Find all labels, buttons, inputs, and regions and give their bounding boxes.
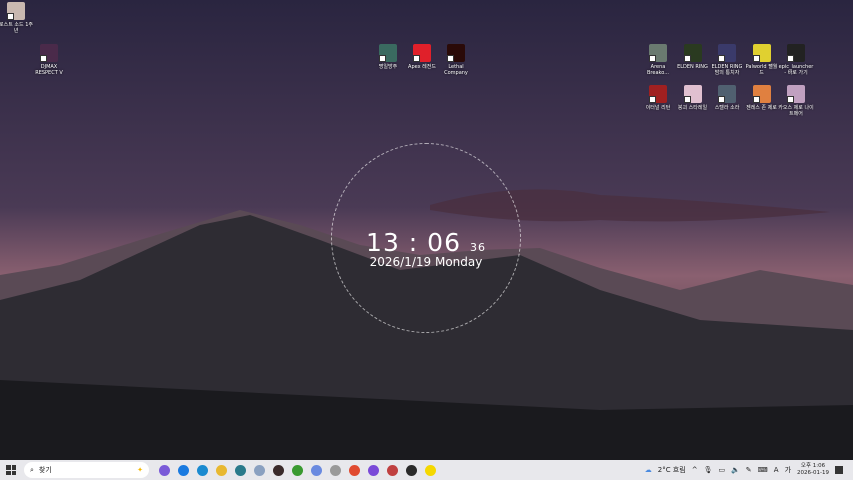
shortcut-label: Apex 레전드 [408,64,436,70]
desktop-shortcut[interactable]: Palworld 팰월드 [744,44,780,76]
taskbar-chrome-profile-icon[interactable] [387,464,398,476]
taskbar-media-player-icon[interactable] [273,464,284,476]
volume-icon[interactable]: 🔈 [731,466,740,474]
copilot-sparkle-icon: ✦ [137,466,143,474]
desktop-shortcut[interactable]: 명일방주 [370,44,406,70]
desktop-shortcut[interactable]: 카오스 제로 나이트메어 [778,85,814,117]
shortcut-label: DJMAX RESPECT V [35,64,63,76]
notification-icon[interactable] [835,466,843,474]
app-icon [7,2,25,20]
taskbar-file-explorer-icon[interactable] [216,464,227,476]
app-icon [649,44,667,62]
app-icon [40,44,58,62]
app-icon [379,44,397,62]
desktop-shortcut[interactable]: 젠레스 존 제로 [744,85,780,111]
desktop-shortcut[interactable]: Lethal Company [438,44,474,76]
taskbar-app-dark-icon[interactable] [406,464,417,476]
shortcut-label: ELDEN RING 밤의 통치자 [711,64,743,76]
taskbar-snipping-icon[interactable] [254,464,265,476]
search-placeholder: 찾기 [38,466,52,474]
taskbar-time: 오후 1:06 [800,463,826,469]
desktop-shortcut[interactable]: 로스트 소드 1주년 [0,2,34,34]
app-icon [787,85,805,103]
pen-icon[interactable]: ✎ [746,466,752,474]
network-icon[interactable]: ▭ [718,466,725,474]
desktop-shortcut[interactable]: 이터널 리턴 [640,85,676,111]
weather-text[interactable]: 2°C 흐림 [658,465,686,475]
app-icon [447,44,465,62]
search-box[interactable]: ⌕ 찾기 ✦ [24,462,149,478]
app-icon [683,85,702,103]
taskbar-app-gray-icon[interactable] [330,464,341,476]
app-icon [413,44,431,62]
system-tray: ☁ 2°C 흐림 ^ 🎙 ▭ 🔈 ✎ ⌨ A 가 오후 1:06 2026-01-… [645,463,853,477]
desktop-shortcut[interactable]: 붕괴 스타레일 [675,85,711,111]
shortcut-label: 카오스 제로 나이트메어 [778,105,814,117]
taskbar-wiki-icon[interactable] [311,464,322,476]
desktop-shortcut[interactable]: epic_launcher - 바로 가기 [778,44,814,76]
search-icon: ⌕ [30,465,34,474]
app-icon [752,85,771,103]
taskbar-date: 2026-01-19 [797,470,829,476]
shortcut-label: 젠레스 존 제로 [746,105,777,111]
shortcut-label: epic_launcher - 바로 가기 [778,64,814,76]
taskbar-clock[interactable]: 오후 1:06 2026-01-19 [797,463,829,477]
keyboard-icon[interactable]: ⌨ [758,466,768,474]
taskbar: ⌕ 찾기 ✦ ☁ 2°C 흐림 ^ 🎙 ▭ 🔈 ✎ ⌨ A 가 오후 1:06 2… [0,460,853,480]
shortcut-label: 이터널 리턴 [645,105,671,111]
clock-time: 13 : 06 [366,228,461,257]
taskbar-copilot-icon[interactable] [159,464,170,476]
shortcut-label: 붕괴 스타레일 [677,105,708,111]
shortcut-label: Arena Breako... [647,64,669,76]
taskbar-chrome-icon[interactable] [349,464,360,476]
shortcut-label: Lethal Company [444,64,468,76]
shortcut-label: ELDEN RING [677,64,708,70]
desktop-shortcut[interactable]: Arena Breako... [640,44,676,76]
weather-icon[interactable]: ☁ [645,466,652,474]
app-icon [718,85,736,103]
app-icon [752,44,771,62]
app-icon [683,44,702,62]
taskbar-edge-icon[interactable] [197,464,208,476]
shortcut-label: 명일방주 [378,64,398,70]
microphone-icon[interactable]: 🎙 [704,466,713,474]
start-button[interactable] [6,465,16,475]
clock-seconds: 36 [469,241,486,254]
shortcut-label: 로스트 소드 1주년 [0,22,33,34]
clock-date: 2026/1/19 Monday [369,255,483,269]
taskbar-app-purple-icon[interactable] [368,464,379,476]
desktop-shortcut[interactable]: ELDEN RING 밤의 통치자 [709,44,745,76]
app-icon [787,44,805,62]
ime-hangul-icon[interactable]: 가 [785,465,791,475]
shortcut-label: Palworld 팰월드 [745,64,778,76]
desktop-shortcut[interactable]: DJMAX RESPECT V [31,44,67,76]
clock-widget: 13 : 06 36 2026/1/19 Monday [331,143,521,333]
app-icon [649,85,667,103]
chevron-up-icon[interactable]: ^ [692,466,698,474]
desktop-shortcut[interactable]: Apex 레전드 [404,44,440,70]
taskbar-minecraft-icon[interactable] [292,464,303,476]
shortcut-label: 스텔라 소라 [714,105,740,111]
desktop-shortcut[interactable]: 스텔라 소라 [709,85,745,111]
taskbar-store-icon[interactable] [235,464,246,476]
app-icon [718,44,736,62]
taskbar-app-blue-icon[interactable] [178,464,189,476]
taskbar-kakaotalk-icon[interactable] [425,464,436,476]
ime-icon[interactable]: A [774,466,779,474]
desktop-shortcut[interactable]: ELDEN RING [675,44,711,70]
